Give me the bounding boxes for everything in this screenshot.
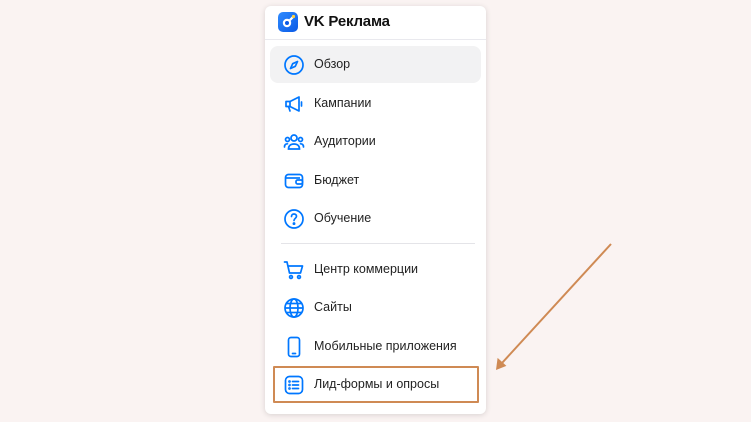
annotation-arrow	[496, 243, 612, 370]
